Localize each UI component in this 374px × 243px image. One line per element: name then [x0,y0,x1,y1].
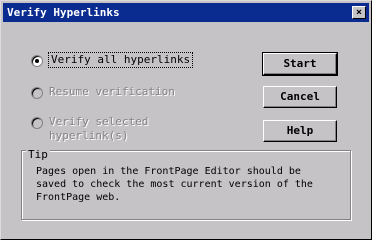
tip-title: Tip [26,148,50,161]
cancel-button[interactable]: Cancel [263,86,337,108]
help-button[interactable]: Help [263,120,337,142]
radio-verify-all[interactable] [31,55,43,67]
tip-group: Tip Pages open in the FrontPage Editor s… [21,148,351,220]
title-bar[interactable]: Verify Hyperlinks × [3,3,369,22]
tip-text: Pages open in the FrontPage Editor shoul… [36,166,313,203]
option-resume-verification-label: Resume verification [49,85,175,98]
option-verify-all[interactable]: Verify all hyperlinks [31,52,194,71]
radio-verify-selected [31,117,43,129]
option-resume-verification: Resume verification [31,85,175,103]
option-verify-all-label: Verify all hyperlinks [47,52,194,68]
verify-hyperlinks-dialog: Verify Hyperlinks × Verify all hyperlink… [0,0,372,240]
close-button[interactable]: × [352,6,366,19]
option-verify-selected-label: Verify selected hyperlink(s) [49,115,149,142]
start-button[interactable]: Start [262,52,338,76]
option-verify-selected: Verify selected hyperlink(s) [31,115,171,142]
dialog-title: Verify Hyperlinks [7,6,120,19]
close-icon: × [355,7,363,18]
radio-resume-verification [31,87,43,99]
